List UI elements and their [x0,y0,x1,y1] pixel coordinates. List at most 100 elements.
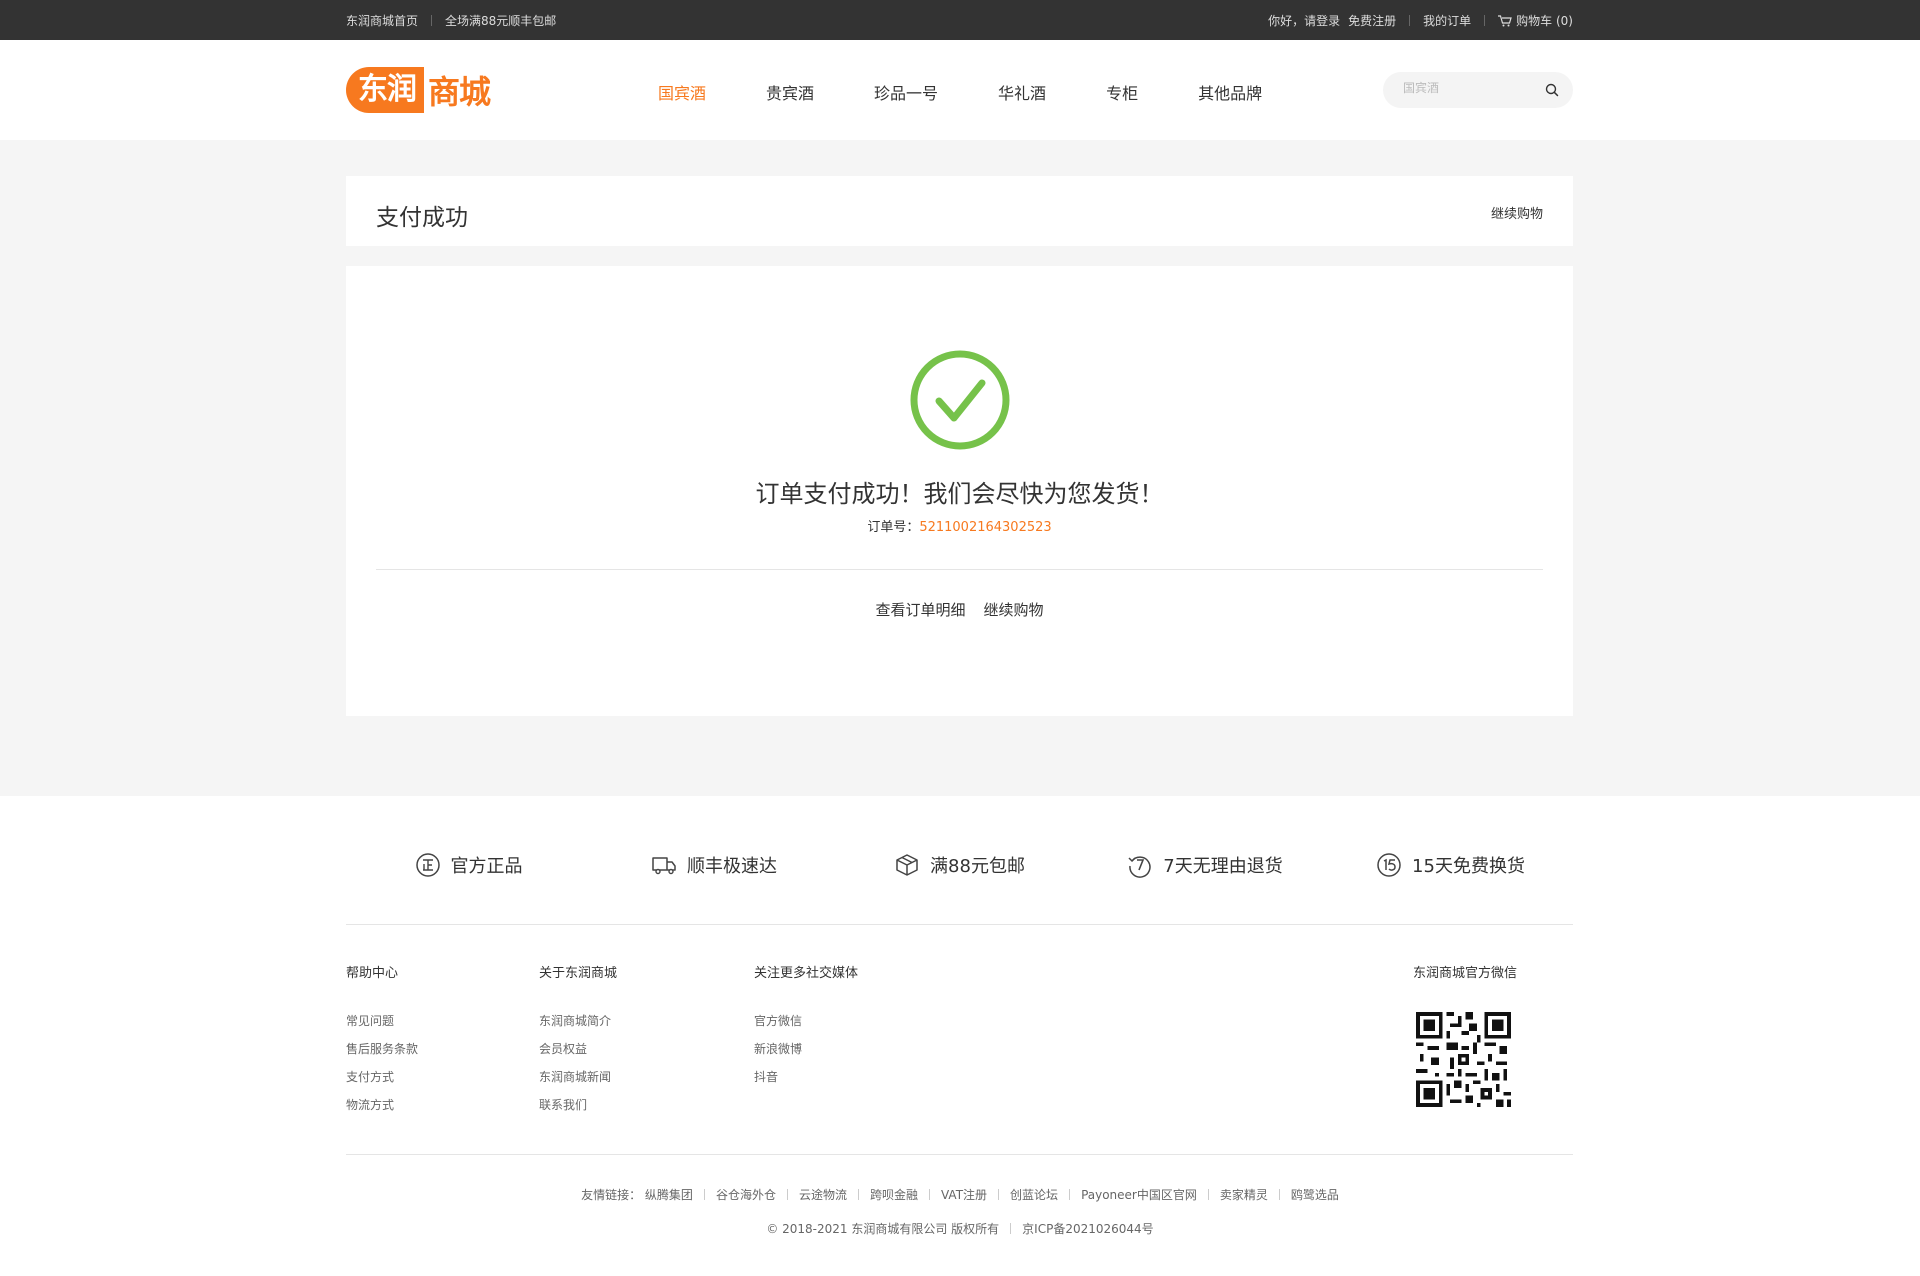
divider [431,15,433,26]
promo-text: 全场满88元顺丰包邮 [445,14,557,28]
result-actions: 查看订单明细 继续购物 [346,599,1573,620]
wechat-title: 东润商城官方微信 [1413,966,1518,981]
friend-links-label: 友情链接： [581,1188,642,1202]
continue-shopping-link-top[interactable]: 继续购物 [1491,203,1543,222]
official-icon [415,853,440,877]
view-order-link[interactable]: 查看订单明细 [875,601,965,619]
success-check-icon [910,350,1010,450]
footer-social-title: 关注更多社交媒体 [754,966,859,981]
feature-item: 7天无理由退货 [1083,850,1328,880]
footer-help-title: 帮助中心 [346,966,399,981]
order-number: 订单号：5211002164302523 [346,516,1573,535]
result-box: 订单支付成功！我们会尽快为您发货！ 订单号：5211002164302523 查… [346,266,1573,716]
main-nav: 国宾酒 贵宾酒 珍品一号 华礼酒 专柜 其他品牌 [658,80,1322,104]
service-features: 官方正品 顺丰极速达 满88元包邮 7天无理由退货 15天免费换货 [346,850,1573,880]
footer-link[interactable]: 常见问题 [346,1012,418,1028]
divider [998,1189,1000,1200]
footer-link[interactable]: 支付方式 [346,1068,418,1084]
cart-label: 购物车 (0) [1516,14,1573,28]
divider [703,1189,705,1200]
footer-about-title: 关于东润商城 [539,966,618,981]
feature-item: 15天免费换货 [1328,850,1573,880]
page-title: 支付成功 [376,205,468,231]
feature-item: 顺丰极速达 [592,850,837,880]
footer-link[interactable]: 东润商城简介 [539,1012,617,1028]
cart-icon [1498,14,1512,26]
feature-label: 官方正品 [450,856,523,877]
friend-link[interactable]: 跨呗金融 [870,1188,918,1202]
nav-item-other-brands[interactable]: 其他品牌 [1198,80,1262,104]
return-7-icon [1128,856,1151,878]
divider [1409,15,1411,26]
footer-link[interactable]: 物流方式 [346,1096,418,1112]
divider [786,1189,788,1200]
main-content: 支付成功 继续购物 订单支付成功！我们会尽快为您发货！ 订单号：52110021… [0,140,1920,796]
icp-text[interactable]: 京ICP备2021026044号 [1022,1222,1154,1236]
home-link[interactable]: 东润商城首页 [346,12,418,29]
feature-label: 满88元包邮 [930,856,1025,877]
feature-label: 15天免费换货 [1412,856,1525,877]
footer-link[interactable]: 抖音 [754,1068,858,1084]
friend-link[interactable]: 鸥鹭选品 [1291,1188,1339,1202]
friend-link[interactable]: 云途物流 [799,1188,847,1202]
divider [1484,15,1486,26]
footer-link[interactable]: 联系我们 [539,1096,617,1112]
friend-link[interactable]: 谷仓海外仓 [716,1188,776,1202]
divider [1278,1189,1280,1200]
order-number-label: 订单号： [867,520,920,535]
feature-label: 7天无理由退货 [1163,856,1283,877]
nav-item-zhenpin[interactable]: 珍品一号 [874,80,938,104]
friend-links: 友情链接： 纵腾集团 谷仓海外仓 云途物流 跨呗金融 VAT注册 创蓝论坛 Payoneer… [0,1186,1920,1203]
friend-link[interactable]: 纵腾集团 [645,1188,693,1202]
footer-link[interactable]: 官方微信 [754,1012,858,1028]
friend-link[interactable]: Payoneer中国区官网 [1081,1188,1197,1202]
top-bar: 东润商城首页 全场满88元顺丰包邮 你好，请登录 免费注册 我的订单 购物车 (… [0,0,1920,40]
cart-link[interactable]: 购物车 (0) [1498,12,1573,29]
friend-link[interactable]: VAT注册 [941,1188,987,1202]
divider [1069,1189,1071,1200]
title-box: 支付成功 继续购物 [346,176,1573,246]
search-icon[interactable] [1545,83,1559,97]
divider [1010,1223,1012,1234]
footer-link[interactable]: 售后服务条款 [346,1040,418,1056]
footer-social: 关注更多社交媒体 官方微信 新浪微博 抖音 [754,962,858,1096]
exchange-15-icon [1377,853,1401,877]
my-orders-link[interactable]: 我的订单 [1423,12,1471,29]
logo-part2: 商城 [428,73,491,111]
footer-link[interactable]: 东润商城新闻 [539,1068,617,1084]
truck-icon [652,857,676,875]
logo[interactable]: 东润 商城 [346,67,491,113]
divider [1207,1189,1209,1200]
friend-link[interactable]: 卖家精灵 [1220,1188,1268,1202]
search-box [1383,72,1573,108]
divider [376,569,1543,570]
continue-shopping-link[interactable]: 继续购物 [984,601,1044,619]
register-link[interactable]: 免费注册 [1348,12,1396,29]
feature-item: 满88元包邮 [837,850,1082,880]
box-icon [896,854,918,876]
nav-item-guobin[interactable]: 国宾酒 [658,80,706,104]
footer-about: 关于东润商城 东润商城简介 会员权益 东润商城新闻 联系我们 [539,962,617,1124]
divider [857,1189,859,1200]
success-message: 订单支付成功！我们会尽快为您发货！ [755,480,1164,508]
footer-link[interactable]: 新浪微博 [754,1040,858,1056]
footer-divider [346,1154,1573,1155]
nav-item-zhuangui[interactable]: 专柜 [1106,80,1138,104]
divider [928,1189,930,1200]
header: 东润 商城 国宾酒 贵宾酒 珍品一号 华礼酒 专柜 其他品牌 [0,40,1920,140]
logo-part1: 东润 [346,67,424,113]
feature-label: 顺丰极速达 [687,856,777,877]
friend-link[interactable]: 创蓝论坛 [1010,1188,1058,1202]
search-input[interactable] [1403,81,1533,95]
nav-item-guibin[interactable]: 贵宾酒 [766,80,814,104]
login-link[interactable]: 你好，请登录 [1268,12,1340,29]
footer-divider [346,924,1573,925]
feature-item: 官方正品 [346,850,591,880]
footer-help: 帮助中心 常见问题 售后服务条款 支付方式 物流方式 [346,962,418,1124]
nav-item-huali[interactable]: 华礼酒 [998,80,1046,104]
order-number-value: 5211002164302523 [919,520,1052,535]
copyright-text: © 2018-2021 东润商城有限公司 版权所有 [766,1222,1000,1236]
wechat-qr-code [1416,1012,1511,1107]
copyright: © 2018-2021 东润商城有限公司 版权所有 京ICP备2021026044… [0,1220,1920,1237]
footer-link[interactable]: 会员权益 [539,1040,617,1056]
